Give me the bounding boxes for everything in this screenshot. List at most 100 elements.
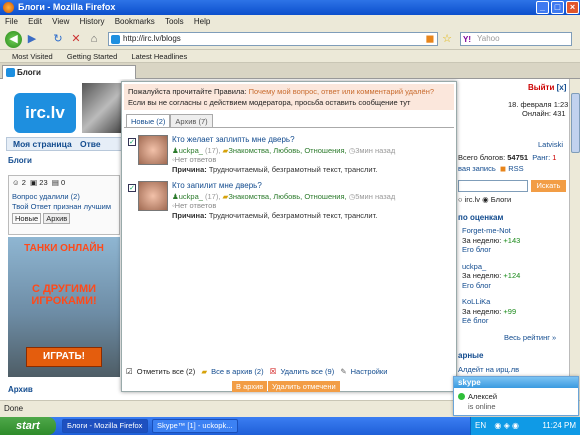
bookmark-most-visited[interactable]: Most Visited xyxy=(12,52,53,61)
notice-best-answer[interactable]: Твой Ответ признан лучшим xyxy=(12,202,111,211)
menu-tools[interactable]: Tools xyxy=(165,17,184,26)
post-answers: Нет ответов xyxy=(174,155,217,164)
rank-label: Ранг: xyxy=(532,153,551,162)
banner-play-button[interactable]: ИГРАТЬ! xyxy=(26,347,102,367)
language-indicator[interactable]: EN xyxy=(475,421,486,430)
menu-bookmarks[interactable]: Bookmarks xyxy=(115,17,155,26)
menu-view[interactable]: View xyxy=(52,17,69,26)
left-tab-archive[interactable]: Архив xyxy=(43,213,71,224)
sidebar-search-input[interactable] xyxy=(458,180,528,192)
url-bar[interactable]: http://irc.lv/blogs xyxy=(108,32,438,46)
radio-blogs[interactable]: ◉ xyxy=(482,195,489,204)
post-checkbox[interactable]: ✓ xyxy=(128,138,136,146)
count-icon[interactable]: ☺ xyxy=(12,178,20,187)
mark-all-checkbox[interactable]: ☑ xyxy=(126,367,133,376)
back-icon[interactable]: ◀ xyxy=(5,31,22,48)
tab-new[interactable]: Новые (2) xyxy=(126,114,171,128)
firefox-icon xyxy=(3,2,14,13)
post-user[interactable]: uckpa_ xyxy=(179,192,203,201)
stop-icon[interactable]: ✕ xyxy=(70,33,82,45)
navigation-toolbar: ◀ ▶ ↻ ✕ ⌂ http://irc.lv/blogs ◼ ☆ Y! Yah… xyxy=(0,28,580,50)
start-button[interactable]: start xyxy=(0,417,56,435)
tray-icons[interactable]: ◉ ◈ ◉ xyxy=(494,421,519,430)
top-user-3[interactable]: KoLLiKa xyxy=(462,297,567,307)
radio-irc[interactable]: ○ xyxy=(458,195,463,204)
post-checkbox[interactable]: ✓ xyxy=(128,184,136,192)
minimize-button[interactable]: _ xyxy=(536,1,549,14)
vertical-scrollbar[interactable] xyxy=(569,79,580,400)
search-input[interactable]: Y! Yahoo xyxy=(460,32,572,46)
notice-prefix: Пожалуйста прочитайте Правила: xyxy=(128,87,247,96)
to-archive-button[interactable]: В архив xyxy=(232,381,268,392)
title-bar: Блоги - Mozilla Firefox _ □ × xyxy=(0,0,580,15)
top-user-2[interactable]: uckpa_ xyxy=(462,262,567,272)
contact-status: is online xyxy=(468,402,496,411)
menu-bar: File Edit View History Bookmarks Tools H… xyxy=(0,15,580,28)
menu-edit[interactable]: Edit xyxy=(28,17,42,26)
rss-icon[interactable]: ◼ xyxy=(500,164,506,173)
yahoo-search-icon[interactable]: Y! xyxy=(463,34,471,46)
rss-feed-icon[interactable]: ◼ xyxy=(424,33,436,45)
home-icon[interactable]: ⌂ xyxy=(88,33,100,45)
tab-blogs[interactable]: Блоги xyxy=(2,65,136,79)
close-button[interactable]: × xyxy=(566,1,579,14)
post-age: (17), xyxy=(205,192,221,201)
settings-link[interactable]: Настройки xyxy=(351,367,388,376)
count-icon[interactable]: ▤ xyxy=(52,178,59,187)
search-button[interactable]: Искать xyxy=(531,180,566,192)
forward-icon[interactable]: ▶ xyxy=(26,33,38,45)
post-category[interactable]: Знакомства, Любовь, Отношения, xyxy=(228,146,346,155)
windows-taskbar: start Блоги - Mozilla Firefox Skype™ [1]… xyxy=(0,417,580,435)
post-avatar xyxy=(138,181,168,211)
reason-label: Причина: xyxy=(172,165,207,174)
task-skype[interactable]: Skype™ [1] - uckopk... xyxy=(152,419,238,433)
menu-file[interactable]: File xyxy=(5,17,18,26)
post-title[interactable]: Кто запилит мне дверь? xyxy=(172,181,262,190)
post-user[interactable]: uckpa_ xyxy=(179,146,203,155)
bookmark-latest-headlines[interactable]: Latest Headlines xyxy=(131,52,187,61)
logout-x[interactable]: [x] xyxy=(557,83,567,92)
ad-banner[interactable]: ТАНКИ ОНЛАЙН С ДРУГИМИ ИГРОКАМИ! ИГРАТЬ! xyxy=(8,237,120,377)
post-time: 3мин назад xyxy=(355,146,396,155)
week-score-3: +99 xyxy=(503,306,517,316)
nav-my-page[interactable]: Моя страница xyxy=(13,139,72,149)
skype-notification[interactable]: skype Алексей is online xyxy=(453,376,579,416)
delete-all[interactable]: Удалить все (9) xyxy=(280,367,334,376)
rss-link[interactable]: RSS xyxy=(508,164,523,173)
all-to-archive[interactable]: Все в архив (2) xyxy=(211,367,264,376)
her-blog-link[interactable]: Её блог xyxy=(462,316,567,326)
bookmark-star-icon[interactable]: ☆ xyxy=(441,33,453,45)
notice-link[interactable]: Почему мой вопрос, ответ или комментарий… xyxy=(249,87,434,96)
bookmark-getting-started[interactable]: Getting Started xyxy=(67,52,117,61)
site-logo[interactable]: irc.lv xyxy=(14,93,76,133)
top-user-1[interactable]: Forget-me-Not xyxy=(462,226,567,236)
rating-heading: по оценкам xyxy=(458,213,504,222)
post-title[interactable]: Кто желает заплипть мне дверь? xyxy=(172,135,295,144)
post-answers: Нет ответов xyxy=(174,201,217,210)
task-firefox[interactable]: Блоги - Mozilla Firefox xyxy=(62,419,148,433)
his-blog-link[interactable]: Его блог xyxy=(462,281,567,291)
tab-archive[interactable]: Архив (7) xyxy=(170,114,213,128)
mark-all[interactable]: Отметить все (2) xyxy=(137,367,195,376)
new-entry-link[interactable]: вая запись xyxy=(458,164,496,173)
menu-help[interactable]: Help xyxy=(194,17,210,26)
all-rating-link[interactable]: Весь рейтинг » xyxy=(504,333,556,342)
delete-marked-button[interactable]: Удалить отмечени xyxy=(268,381,340,392)
tab-label: Блоги xyxy=(17,68,41,77)
nav-answers[interactable]: Отве xyxy=(80,139,101,149)
logout-link[interactable]: Выйти xyxy=(528,83,554,92)
popular-link[interactable]: Алдейт на ирц.лв xyxy=(458,365,519,374)
left-tab-new[interactable]: Новые xyxy=(12,213,42,224)
site-nav: Моя страница Отве xyxy=(6,137,124,151)
online-status-icon xyxy=(458,393,465,400)
menu-history[interactable]: History xyxy=(80,17,105,26)
post-category[interactable]: Знакомства, Любовь, Отношения, xyxy=(228,192,346,201)
scroll-thumb[interactable] xyxy=(571,93,580,153)
notice-deleted[interactable]: Вопрос удалили (2) xyxy=(12,192,80,201)
language-link[interactable]: Latviski xyxy=(538,140,563,149)
maximize-button[interactable]: □ xyxy=(551,1,564,14)
his-blog-link[interactable]: Его блог xyxy=(462,245,567,255)
count-icon[interactable]: ▣ xyxy=(30,178,37,187)
total-blogs-value: 54751 xyxy=(507,153,529,162)
reload-icon[interactable]: ↻ xyxy=(52,33,64,45)
